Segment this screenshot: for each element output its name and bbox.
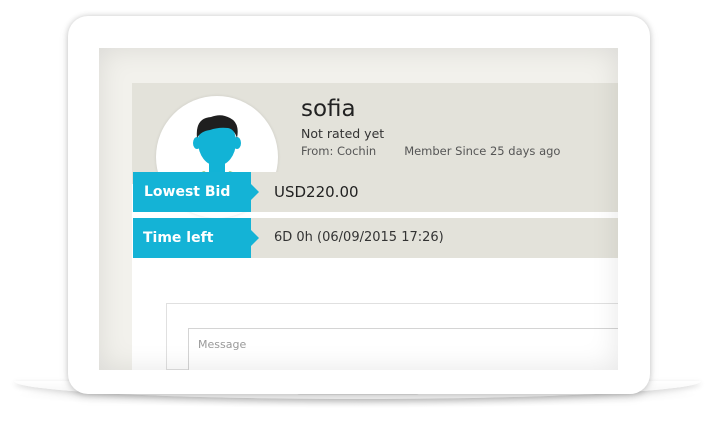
message-input[interactable] [188, 328, 618, 370]
profile-header: sofia Not rated yet From: Cochin Member S… [132, 83, 618, 218]
time-left-row: Time left 6D 0h (06/09/2015 17:26) [133, 218, 618, 258]
member-since-text: Member Since 25 days ago [404, 144, 561, 158]
time-left-label: Time left [133, 218, 259, 258]
lowest-bid-value: USD220.00 [274, 183, 359, 201]
location-text: From: Cochin [301, 144, 377, 158]
lowest-bid-label: Lowest Bid [133, 172, 259, 212]
time-left-value: 6D 0h (06/09/2015 17:26) [274, 230, 444, 245]
message-panel [166, 303, 618, 370]
rating-status: Not rated yet [301, 126, 385, 141]
lowest-bid-row: Lowest Bid USD220.00 [133, 172, 618, 212]
profile-meta: From: Cochin Member Since 25 days ago [301, 144, 560, 158]
username: sofia [301, 96, 356, 122]
laptop-screen: sofia Not rated yet From: Cochin Member S… [99, 48, 618, 370]
